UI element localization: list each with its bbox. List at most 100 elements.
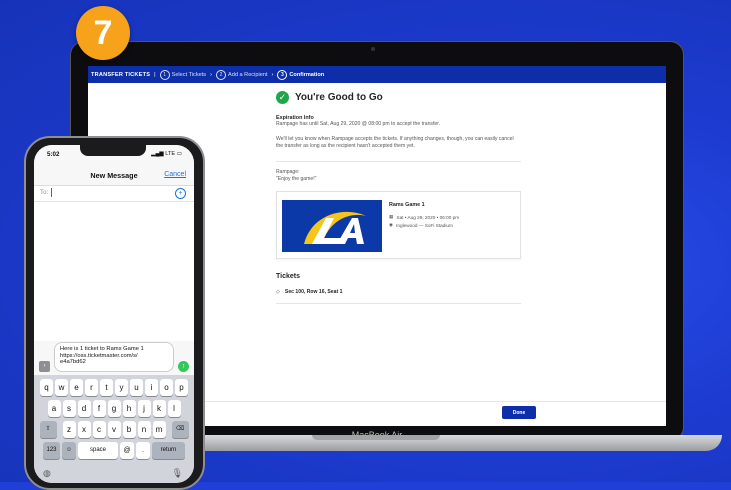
emoji-key-icon[interactable]: ☺ [62, 442, 76, 459]
page-title: You're Good to Go [295, 92, 383, 103]
step-number-1: 1 [159, 69, 170, 80]
status-signal: ▂▄▆ LTE ▭ [151, 151, 182, 157]
ticket-row: ◇ Sec 100, Row 16, Seat 1 [276, 289, 521, 295]
battery-icon: ▭ [176, 151, 182, 157]
chevron-right-icon: › [271, 71, 274, 78]
checkmark-icon: ✓ [276, 91, 289, 104]
key-a[interactable]: a [47, 400, 61, 417]
space-key[interactable]: space [78, 442, 118, 459]
key-m[interactable]: m [152, 421, 166, 438]
apps-icon[interactable]: › [39, 361, 50, 372]
shift-key-icon[interactable]: ⇧ [39, 421, 57, 438]
done-button[interactable]: Done [502, 406, 536, 419]
key-p[interactable]: p [175, 379, 188, 396]
event-name: Rams Game 1 [389, 202, 425, 208]
phone-screen: 5:02 ▂▄▆ LTE ▭ New Message Cancel To: + … [34, 145, 194, 483]
globe-icon[interactable]: ◍ [43, 468, 51, 479]
key-b[interactable]: b [122, 421, 136, 438]
key-v[interactable]: v [107, 421, 121, 438]
to-label: To: [40, 189, 49, 196]
keyboard: qwertyuiop asdfghjkl ⇧ zxcvbnm ⌫ 123 ☺ s… [34, 375, 194, 483]
notice-text: We'll let you know when Rampage accepts … [276, 136, 514, 149]
event-datetime: ▦ Sat • Aug 29, 2020 • 06:00 pm [389, 214, 459, 220]
microphone-icon[interactable]: 🎙 [172, 468, 183, 479]
step-number-3: 3 [277, 69, 288, 80]
seat-info: Sec 100, Row 16, Seat 1 [284, 289, 343, 295]
return-key[interactable]: return [152, 442, 185, 459]
key-n[interactable]: n [137, 421, 151, 438]
phone-notch [80, 145, 146, 156]
key-j[interactable]: j [137, 400, 151, 417]
keyboard-row-4: 123 ☺ space @ . return [34, 442, 194, 459]
backspace-key-icon[interactable]: ⌫ [171, 421, 189, 438]
event-venue-text: Inglewood — SoFi Stadium [396, 222, 453, 228]
key-o[interactable]: o [160, 379, 173, 396]
key-s[interactable]: s [62, 400, 76, 417]
key-r[interactable]: r [85, 379, 98, 396]
message-input[interactable]: Here is 1 ticket to Rams Game 1 https://… [54, 342, 174, 372]
title-separator: | [154, 71, 156, 78]
keyboard-row-3: ⇧ zxcvbnm ⌫ [34, 421, 194, 438]
key-x[interactable]: x [77, 421, 91, 438]
key-i[interactable]: i [145, 379, 158, 396]
divider [276, 303, 521, 304]
calendar-icon: ▦ [389, 214, 394, 219]
key-y[interactable]: y [115, 379, 128, 396]
key-q[interactable]: q [40, 379, 53, 396]
step-label: Confirmation [289, 71, 325, 78]
to-field[interactable]: To: + [34, 185, 194, 202]
signal-icon: ▂▄▆ [151, 151, 164, 157]
key-h[interactable]: h [122, 400, 136, 417]
step-label: Select Tickets [171, 71, 207, 78]
key-w[interactable]: w [55, 379, 68, 396]
message-navbar: New Message Cancel [34, 163, 194, 186]
key-d[interactable]: d [77, 400, 91, 417]
send-icon[interactable]: ↑ [178, 361, 189, 372]
key-u[interactable]: u [130, 379, 143, 396]
dot-key[interactable]: . [136, 442, 150, 459]
text-cursor [51, 188, 52, 197]
key-z[interactable]: z [62, 421, 76, 438]
chevron-right-icon: › [210, 71, 212, 78]
laptop-notch [312, 435, 440, 440]
key-g[interactable]: g [107, 400, 121, 417]
add-contact-icon[interactable]: + [175, 188, 186, 199]
message-input-bar: › Here is 1 ticket to Rams Game 1 https:… [34, 341, 194, 375]
divider [276, 161, 521, 162]
step-confirmation[interactable]: 3 Confirmation [277, 69, 325, 80]
keyboard-row-2: asdfghjkl [34, 400, 194, 417]
step-add-recipient[interactable]: 2 Add a Recipient [215, 69, 268, 80]
key-l[interactable]: l [167, 400, 181, 417]
event-datetime-text: Sat • Aug 29, 2020 • 06:00 pm [396, 214, 460, 220]
step-label: Add a Recipient [227, 71, 268, 78]
rams-logo [282, 200, 382, 252]
key-k[interactable]: k [152, 400, 166, 417]
camera-icon [371, 47, 375, 51]
location-pin-icon: ◉ [389, 222, 394, 227]
event-card: Rams Game 1 ▦ Sat • Aug 29, 2020 • 06:00… [276, 191, 521, 259]
transfer-topbar: TRANSFER TICKETS | 1 Select Tickets › 2 … [88, 66, 666, 83]
step-select-tickets[interactable]: 1 Select Tickets [159, 69, 207, 80]
recipient-name: Rampage: [276, 169, 300, 175]
keyboard-row-1: qwertyuiop [34, 379, 194, 396]
key-f[interactable]: f [92, 400, 106, 417]
key-c[interactable]: c [92, 421, 106, 438]
network-label: LTE [165, 151, 176, 157]
transfer-title: TRANSFER TICKETS [91, 71, 151, 78]
confirmation-content: ✓ You're Good to Go Expiration Info Ramp… [276, 91, 521, 304]
step-number-2: 2 [215, 69, 226, 80]
cancel-button[interactable]: Cancel [164, 171, 186, 178]
expiration-text: Rampage has until Sat, Aug 29, 2020 @ 08… [276, 121, 441, 127]
numbers-key[interactable]: 123 [43, 442, 60, 459]
keyboard-letters: zxcvbnm [62, 421, 166, 438]
recipient-message: "Enjoy the game!" [276, 176, 317, 182]
success-header: ✓ You're Good to Go [276, 91, 521, 104]
at-key[interactable]: @ [120, 442, 134, 459]
key-e[interactable]: e [70, 379, 83, 396]
step-number-badge: 7 [76, 6, 130, 60]
tickets-heading: Tickets [276, 273, 300, 280]
key-t[interactable]: t [100, 379, 113, 396]
ticket-icon: ◇ [276, 289, 280, 295]
phone: 5:02 ▂▄▆ LTE ▭ New Message Cancel To: + … [24, 136, 205, 490]
event-venue: ◉ Inglewood — SoFi Stadium [389, 222, 453, 228]
